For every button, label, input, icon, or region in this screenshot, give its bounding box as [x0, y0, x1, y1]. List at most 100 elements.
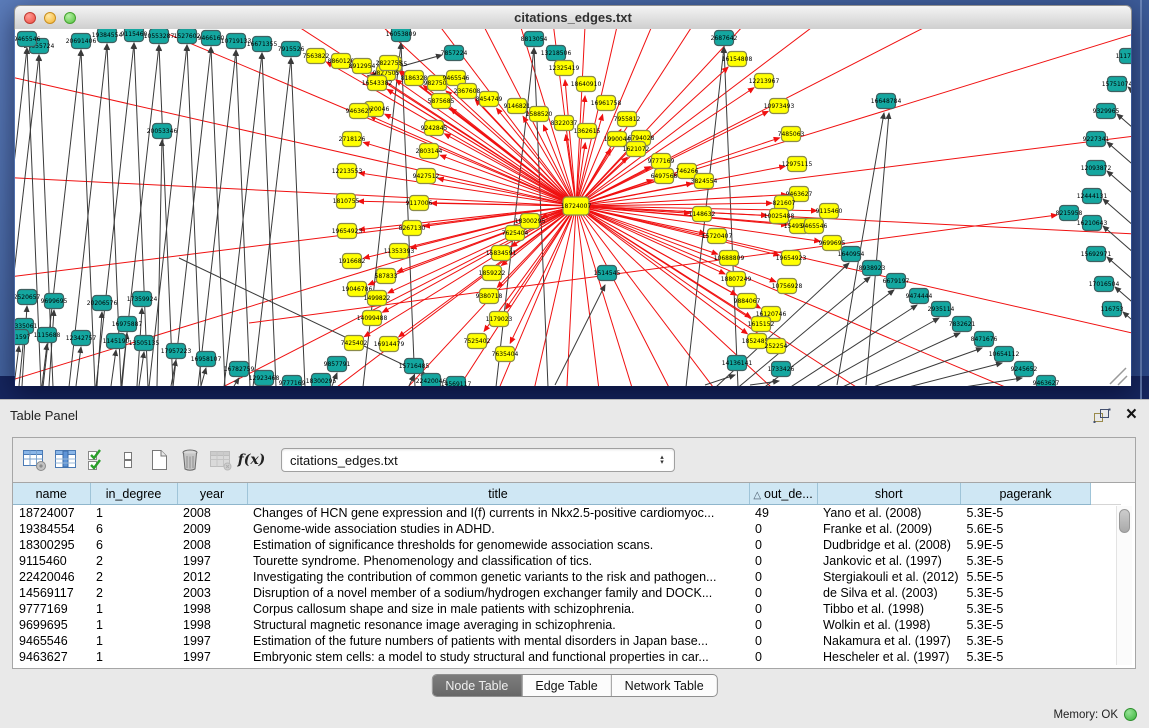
table-row[interactable]: 2242004622012Investigating the contribut… — [13, 569, 1121, 585]
graph-node-label: 12213967 — [749, 78, 780, 85]
table-scrollbar-thumb[interactable] — [1119, 509, 1130, 533]
column-header-title[interactable]: title — [247, 483, 749, 505]
graph-node-label: 2803144 — [416, 148, 443, 155]
graph-node-label: 12325419 — [549, 65, 580, 72]
combo-arrows-icon: ▴▾ — [655, 455, 669, 465]
graph-node-label: 11353393 — [384, 248, 415, 255]
graph-node-label: 16782759 — [224, 366, 255, 373]
network-graph[interactable]: 2405572420691406193845549115460105532871… — [15, 29, 1131, 386]
column-header-pagerank[interactable]: pagerank — [961, 483, 1091, 505]
graph-node-label: 1362615 — [574, 128, 601, 135]
table-cell: 9115460 — [13, 553, 90, 569]
table-row[interactable]: 977716911998Corpus callosum shape and si… — [13, 601, 1121, 617]
column-header-out_de[interactable]: △out_de... — [749, 483, 817, 505]
graph-edge — [42, 344, 47, 386]
table-mode-icon[interactable] — [19, 445, 50, 475]
table-cell: Estimation of significance thresholds fo… — [247, 537, 749, 553]
window-titlebar[interactable]: citations_edges.txt — [14, 5, 1132, 30]
resize-grip[interactable] — [1110, 368, 1127, 385]
graph-node-label: 9465546 — [443, 75, 470, 82]
table-row[interactable]: 969969511998Structural magnetic resonanc… — [13, 617, 1121, 633]
graph-node-label: 18300295 — [515, 218, 546, 225]
graph-node-label: 15716485 — [399, 363, 430, 370]
graph-node-label: 1859222 — [479, 270, 506, 277]
table-cell: 22420046 — [13, 569, 90, 585]
graph-node-label: 8938923 — [859, 265, 886, 272]
table-cell: Jankovic et al. (1997) — [817, 553, 961, 569]
table-cell: 0 — [749, 569, 817, 585]
zoom-window-button[interactable] — [64, 12, 76, 24]
graph-edge — [291, 58, 305, 386]
table-row[interactable]: 1872400712008Changes of HCN gene express… — [13, 505, 1121, 522]
graph-edge — [149, 45, 187, 386]
table-row[interactable]: 946362711997Embryonic stem cells: a mode… — [13, 649, 1121, 665]
graph-node-label: 7832621 — [949, 321, 976, 328]
show-columns-icon[interactable] — [50, 445, 81, 475]
tab-node-table[interactable]: Node Table — [432, 675, 522, 696]
tab-network-table[interactable]: Network Table — [612, 675, 717, 696]
table-cell: Estimation of the future numbers of pati… — [247, 633, 749, 649]
function-builder-icon[interactable]: f(x) — [236, 445, 267, 475]
graph-node-label: 8215958 — [1056, 210, 1083, 217]
select-columns-icon[interactable] — [81, 445, 112, 475]
memory-indicator-icon[interactable] — [1124, 708, 1137, 721]
table-cell: 0 — [749, 633, 817, 649]
table-cell: 9699695 — [13, 617, 90, 633]
graph-node-label: 8267130 — [399, 225, 426, 232]
graph-edge — [262, 53, 276, 386]
graph-edge — [15, 346, 19, 386]
table-cell: 1 — [90, 601, 177, 617]
graph-node-label: 116753 — [1101, 306, 1124, 313]
graph-node-label: 16543382 — [362, 80, 393, 87]
graph-node-label: 9465546 — [15, 36, 41, 43]
graph-node-label: 19384554 — [92, 32, 123, 39]
graph-node-label: 9117006 — [406, 200, 433, 207]
table-cell: 6 — [90, 521, 177, 537]
network-file-select-value: citations_edges.txt — [282, 453, 655, 468]
table-cell: Structural magnetic resonance image aver… — [247, 617, 749, 633]
table-cell: Changes of HCN gene expression and I(f) … — [247, 505, 749, 522]
table-row[interactable]: 1456911722003Disruption of a novel membe… — [13, 585, 1121, 601]
graph-node-label: 9242845 — [421, 125, 448, 132]
column-header-short[interactable]: short — [817, 483, 961, 505]
graph-node-label: 9245652 — [1011, 366, 1038, 373]
column-header-in_degree[interactable]: in_degree — [90, 483, 177, 505]
network-file-select[interactable]: citations_edges.txt▴▾ — [281, 448, 675, 472]
graph-node-label: 16210643 — [1077, 220, 1108, 227]
graph-node-label: 1514545 — [594, 270, 621, 277]
memory-status-label: Memory: OK — [1053, 709, 1118, 721]
column-header-name[interactable]: name — [13, 483, 90, 505]
graph-edge — [76, 347, 81, 386]
graph-node-label: 16961758 — [591, 100, 622, 107]
new-column-icon[interactable] — [143, 445, 174, 475]
tab-edge-table[interactable]: Edge Table — [522, 675, 611, 696]
table-row[interactable]: 1938455462009Genome-wide association stu… — [13, 521, 1121, 537]
graph-edge — [576, 206, 1131, 386]
import-table-icon[interactable] — [205, 445, 236, 475]
close-window-button[interactable] — [24, 12, 36, 24]
close-panel-button[interactable]: × — [1126, 403, 1137, 427]
graph-node-label: 7635404 — [492, 351, 519, 358]
graph-edge — [576, 206, 1131, 386]
table-scrollbar[interactable] — [1116, 506, 1132, 665]
graph-node-label: 1145190 — [103, 338, 130, 345]
table-cell: 1997 — [177, 633, 247, 649]
graph-node-label: 252254 — [765, 343, 788, 350]
graph-node-label: 9329965 — [1093, 108, 1120, 115]
table-cell: 5.3E-5 — [961, 553, 1091, 569]
table-row[interactable]: 946554611997Estimation of the future num… — [13, 633, 1121, 649]
table-row[interactable]: 911546021997Tourette syndrome. Phenomeno… — [13, 553, 1121, 569]
graph-edge — [187, 45, 201, 386]
graph-node-label: 1115688 — [34, 332, 61, 339]
row-height-icon[interactable] — [112, 445, 143, 475]
float-panel-icon[interactable] — [1093, 408, 1111, 424]
network-canvas[interactable]: 2405572420691406193845549115460105532871… — [15, 29, 1131, 386]
table-cell: 9463627 — [13, 649, 90, 665]
delete-column-icon[interactable] — [174, 445, 205, 475]
minimize-window-button[interactable] — [44, 12, 56, 24]
graph-node-label: 9465546 — [801, 223, 828, 230]
table-row[interactable]: 1830029562008Estimation of significance … — [13, 537, 1121, 553]
table-cell: Tourette syndrome. Phenomenology and cla… — [247, 553, 749, 569]
column-header-year[interactable]: year — [177, 483, 247, 505]
table-cell: 0 — [749, 585, 817, 601]
